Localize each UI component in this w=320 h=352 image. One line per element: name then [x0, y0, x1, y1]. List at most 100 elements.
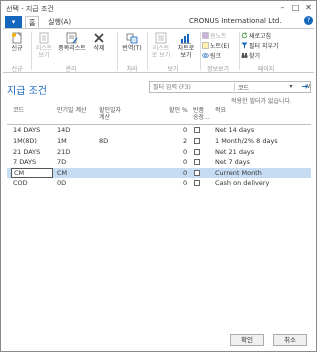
calc-pmt-disc-checkbox[interactable]: [194, 169, 200, 176]
notes-button[interactable]: 노트(E): [202, 42, 230, 51]
table-row[interactable]: 7 DAYS 7D 0 Net 7 days: [7, 157, 311, 168]
cell-description[interactable]: Net 14 days: [215, 126, 254, 134]
company-name: CRONUS International Ltd.: [189, 17, 282, 25]
cell-discount-pct[interactable]: 0: [183, 148, 187, 156]
delete-icon: [93, 32, 105, 44]
view-list-label-1: 리스트: [35, 45, 53, 52]
ok-button[interactable]: 확인: [230, 334, 264, 346]
notes-icon: [202, 42, 209, 49]
cell-code[interactable]: 1M(8D): [13, 137, 37, 145]
edit-list-label: 풍목리스트: [58, 45, 86, 52]
cell-due-date-calc[interactable]: 7D: [57, 158, 66, 166]
filter-status-text: 적용한 필터가 없습니다.: [231, 98, 292, 105]
cell-discount-pct[interactable]: 0: [183, 158, 187, 166]
show-as-chart-button[interactable]: 차트로 보기: [175, 32, 197, 59]
help-icon[interactable]: ?: [304, 16, 313, 25]
table-body: 14 DAYS 14D 0 Net 14 days 1M(8D) 1M 8D 2 1 Month…: [7, 125, 311, 189]
table-row[interactable]: 14 DAYS 14D 0 Net 14 days: [7, 125, 311, 136]
table-row[interactable]: COD 0D 0 Cash on delivery: [7, 178, 311, 189]
calc-pmt-disc-checkbox[interactable]: [194, 159, 200, 165]
column-header-description[interactable]: 적요: [215, 107, 226, 114]
cell-code[interactable]: CM: [11, 167, 53, 178]
calc-pmt-disc-checkbox[interactable]: [194, 127, 200, 133]
cell-discount-pct[interactable]: 2: [183, 137, 187, 145]
view-list-button[interactable]: 리스트 보기: [33, 32, 55, 59]
group-label-process: 처리: [126, 66, 138, 73]
filter-input[interactable]: [150, 82, 232, 92]
translate-label: 번역(T): [122, 45, 142, 52]
cell-code[interactable]: COD: [13, 179, 28, 187]
show-as-list-button[interactable]: 리스트 로 보기: [149, 32, 173, 59]
cell-due-date-calc[interactable]: 1M: [57, 137, 67, 145]
calc-pmt-disc-checkbox[interactable]: [194, 148, 200, 155]
list-view-icon: [38, 32, 50, 44]
edit-list-button[interactable]: 풍목리스트: [57, 32, 87, 52]
clear-filter-button[interactable]: 필터 지우기: [241, 42, 279, 51]
cell-description[interactable]: Current Month: [215, 169, 262, 177]
tab-home[interactable]: 홈: [25, 16, 40, 28]
binoculars-icon: [241, 52, 248, 59]
cell-code[interactable]: 7 DAYS: [13, 158, 36, 166]
table-row[interactable]: 21 DAYS 21D 0 Net 21 days: [7, 147, 311, 158]
new-label: 신규: [11, 45, 23, 52]
find-button[interactable]: 찾기: [241, 52, 260, 61]
cell-discount-pct[interactable]: 0: [183, 179, 187, 187]
cancel-button[interactable]: 취소: [273, 334, 307, 346]
cell-discount-pct[interactable]: 0: [183, 169, 187, 177]
links-label: 링크: [210, 53, 222, 60]
column-header-discount-pct[interactable]: 할인 %: [169, 107, 188, 114]
cell-due-date-calc[interactable]: 0D: [57, 179, 66, 187]
clear-filter-icon: [241, 42, 248, 49]
column-header-discount-date-calc[interactable]: 할인일자 계산: [99, 107, 121, 121]
notes-label: 노트(E): [210, 43, 230, 50]
filter-field-select[interactable]: 코드: [238, 83, 249, 92]
cell-description[interactable]: Net 21 days: [215, 148, 254, 156]
translate-icon: [126, 32, 138, 44]
refresh-button[interactable]: 새로고침: [241, 32, 271, 41]
app-menu-button[interactable]: ▾: [5, 16, 22, 28]
cell-code[interactable]: 21 DAYS: [13, 148, 40, 156]
maximize-button[interactable]: □: [289, 2, 302, 13]
column-header-code[interactable]: 코드: [13, 107, 24, 114]
chevron-down-icon[interactable]: ▾: [286, 82, 296, 92]
cell-code[interactable]: 14 DAYS: [13, 126, 40, 134]
column-header-due-date-calc[interactable]: 만기일 계산: [57, 107, 87, 114]
cell-description[interactable]: 1 Month/2% 8 days: [215, 137, 278, 145]
ribbon: 신규 신규 리스트 보기 풍목리스트 삭제 관리 번역(T) 처리 리스트 로 …: [3, 28, 314, 73]
links-button[interactable]: 링크: [202, 52, 221, 61]
cell-discount-date-calc[interactable]: 8D: [99, 137, 108, 145]
collapse-icon[interactable]: ∨: [306, 82, 311, 90]
column-header-calc-pmt-disc[interactable]: 반품 송장...: [193, 107, 210, 121]
table-row[interactable]: 1M(8D) 1M 8D 2 1 Month/2% 8 days: [7, 136, 311, 147]
tab-actions[interactable]: 실행(A): [45, 16, 74, 28]
cell-due-date-calc[interactable]: 14D: [57, 126, 70, 134]
payment-terms-table: 코드 만기일 계산 할인일자 계산 할인 % 반품 송장... 적요 14 DAYS…: [7, 105, 311, 189]
column-header-calc-pmt-disc-line1: 반품: [193, 107, 205, 114]
show-as-list-label-1: 리스트: [152, 45, 170, 52]
calc-pmt-disc-checkbox[interactable]: [194, 180, 200, 186]
ribbon-separator: [31, 32, 32, 70]
delete-button[interactable]: 삭제: [89, 32, 109, 52]
onenote-icon: [202, 32, 209, 39]
translate-button[interactable]: 번역(T): [119, 32, 145, 52]
table-row[interactable]: CM CM 0 Current Month: [7, 167, 311, 178]
onenote-button[interactable]: 원노트: [202, 32, 227, 41]
cell-description[interactable]: Net 7 days: [215, 158, 250, 166]
link-icon: [202, 52, 209, 59]
list-icon: [155, 32, 167, 44]
calc-pmt-disc-checkbox[interactable]: [194, 138, 200, 144]
minimize-button[interactable]: –: [276, 2, 289, 13]
table-header: 코드 만기일 계산 할인일자 계산 할인 % 반품 송장... 적요: [7, 105, 311, 125]
show-as-chart-label-2: 보기: [180, 52, 192, 59]
cell-due-date-calc[interactable]: CM: [57, 169, 67, 177]
close-button[interactable]: ✕: [302, 2, 315, 13]
new-button[interactable]: 신규: [6, 32, 28, 52]
cell-description[interactable]: Cash on delivery: [215, 179, 269, 187]
column-header-discount-date-calc-line1: 할인일자: [99, 107, 122, 114]
edit-list-icon: [66, 32, 78, 44]
column-header-calc-pmt-disc-line2: 송장...: [193, 114, 210, 121]
cell-due-date-calc[interactable]: 21D: [57, 148, 70, 156]
cell-discount-pct[interactable]: 0: [183, 126, 187, 134]
group-label-page: 페이지: [257, 66, 275, 73]
group-label-show: 정보보기: [206, 66, 230, 73]
